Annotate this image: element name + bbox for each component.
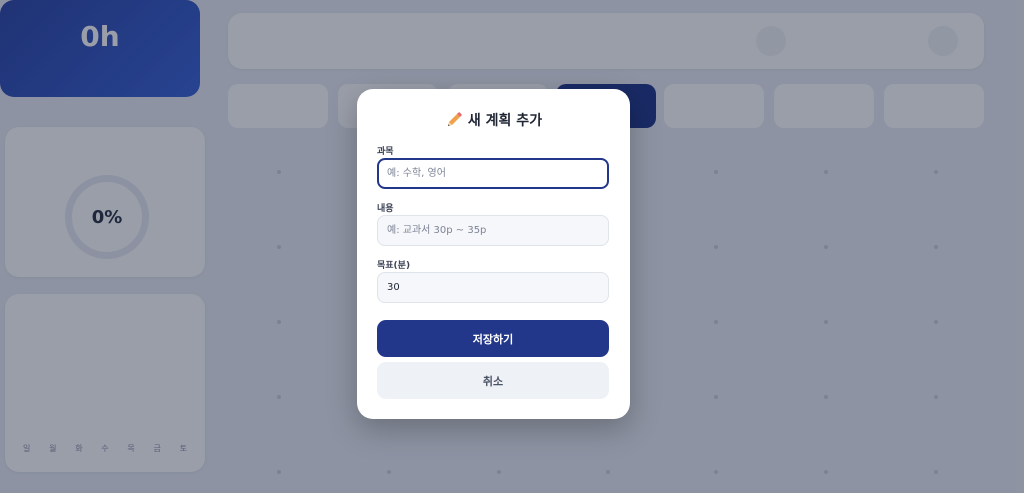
cancel-button[interactable]: 취소 xyxy=(377,362,609,399)
goal-minutes-label: 목표(분) xyxy=(377,261,411,271)
content-label: 내용 xyxy=(377,204,394,214)
modal-title-text: 새 계획 추가 xyxy=(467,113,543,129)
save-button[interactable]: 저장하기 xyxy=(377,320,609,357)
pencil-icon xyxy=(445,111,463,129)
modal-title: 새 계획 추가 xyxy=(357,110,630,130)
add-plan-modal: 새 계획 추가 과목 내용 목표(분) 저장하기 취소 xyxy=(357,89,630,419)
content-input[interactable] xyxy=(377,215,609,246)
subject-input[interactable] xyxy=(377,158,609,189)
goal-minutes-input[interactable] xyxy=(377,272,609,303)
subject-label: 과목 xyxy=(377,147,394,157)
